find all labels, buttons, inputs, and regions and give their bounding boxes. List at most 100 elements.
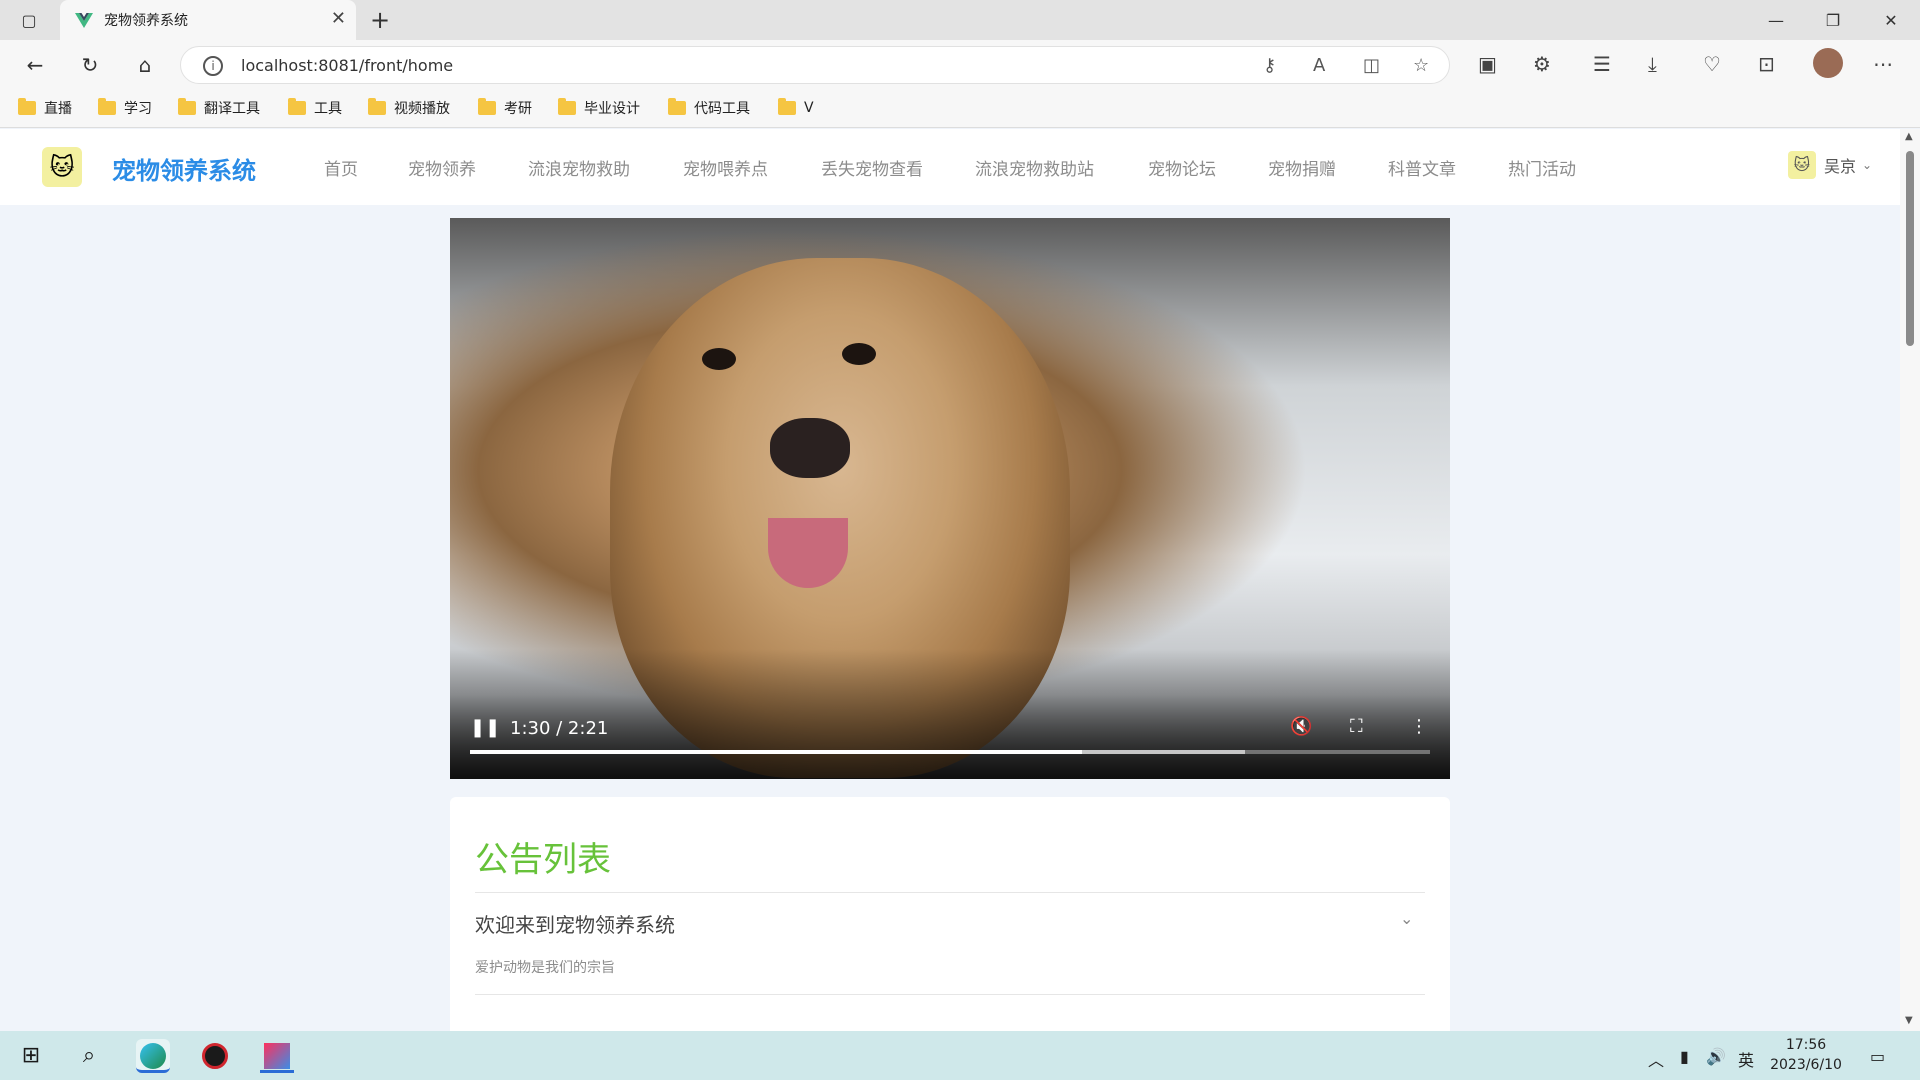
bookmark-label: 毕业设计 (584, 101, 640, 117)
bookmark-label: 考研 (504, 101, 532, 117)
folder-icon (478, 98, 496, 115)
nav-item-stray-rescue[interactable]: 流浪宠物救助 (528, 155, 630, 180)
bookmark-folder[interactable]: 毕业设计 (558, 96, 640, 120)
user-avatar: 🐱 (1788, 151, 1816, 179)
folder-icon (368, 98, 386, 115)
scroll-up-icon[interactable]: ▲ (1905, 131, 1913, 142)
bookmark-label: 学习 (124, 101, 152, 117)
scrollbar-thumb[interactable] (1906, 151, 1914, 346)
close-tab-icon[interactable]: ✕ (331, 8, 346, 29)
download-icon[interactable]: ⤓ (1648, 52, 1657, 76)
nav-item-adoption[interactable]: 宠物领养 (408, 155, 476, 180)
workspaces-icon[interactable]: ▣ (1478, 52, 1497, 76)
profile-avatar[interactable] (1813, 48, 1843, 78)
new-tab-icon[interactable]: + (370, 6, 390, 34)
video-player[interactable]: ❚❚ 1:30 / 2:21 🔇 ⛶ ⋮ (450, 218, 1450, 779)
nav-item-events[interactable]: 热门活动 (1508, 155, 1576, 180)
tab-title: 宠物领养系统 (104, 13, 188, 29)
bookmark-label: 翻译工具 (204, 101, 260, 117)
windows-taskbar: ⊞ ⌕ ︿ ▮ 🔊 英 17:56 2023/6/10 ▭ (0, 1031, 1920, 1080)
nav-item-articles[interactable]: 科普文章 (1388, 155, 1456, 180)
key-icon[interactable]: ⚷ (1263, 55, 1276, 76)
bookmark-folder[interactable]: V (778, 96, 814, 120)
nav-item-feeding-point[interactable]: 宠物喂养点 (683, 155, 768, 180)
tab-actions-icon[interactable]: ▢ (18, 10, 40, 32)
url-text[interactable]: localhost:8081/front/home (241, 56, 453, 75)
favorites-icon[interactable]: ☰ (1593, 52, 1611, 76)
system-clock[interactable]: 17:56 2023/6/10 (1766, 1035, 1846, 1075)
chevron-down-icon: ⌄ (1862, 158, 1873, 172)
scroll-down-icon[interactable]: ▼ (1905, 1015, 1913, 1026)
windows-start-icon[interactable]: ⊞ (14, 1039, 48, 1073)
split-screen-icon[interactable]: ◫ (1363, 55, 1380, 76)
divider (475, 994, 1425, 995)
fullscreen-icon[interactable]: ⛶ (1350, 716, 1363, 737)
pause-icon[interactable]: ❚❚ (470, 717, 500, 738)
app-icon[interactable] (198, 1039, 232, 1073)
read-aloud-icon[interactable]: A (1313, 55, 1325, 76)
vue-favicon-icon (75, 13, 93, 28)
window-close-icon[interactable]: ✕ (1880, 10, 1902, 32)
tray-expand-icon[interactable]: ︿ (1648, 1047, 1664, 1071)
nav-item-rescue-station[interactable]: 流浪宠物救助站 (975, 155, 1094, 180)
bookmark-folder[interactable]: 直播 (18, 96, 72, 120)
favorite-star-icon[interactable]: ☆ (1413, 55, 1429, 76)
page-scrollbar[interactable]: ▲ ▼ (1900, 129, 1920, 1031)
bookmark-folder[interactable]: 学习 (98, 96, 152, 120)
minimize-icon[interactable]: — (1765, 10, 1787, 32)
more-icon[interactable]: ⋯ (1873, 52, 1893, 76)
notice-heading: 公告列表 (475, 840, 611, 880)
pet-logo-icon[interactable]: 🐱 (42, 147, 82, 187)
address-bar[interactable]: i localhost:8081/front/home ⚷ A ◫ ☆ (180, 46, 1450, 84)
site-info-icon[interactable]: i (203, 56, 223, 76)
folder-icon (18, 98, 36, 115)
site-title[interactable]: 宠物领养系统 (112, 151, 256, 186)
intellij-icon[interactable] (260, 1039, 294, 1073)
video-progress-bar[interactable] (470, 750, 1430, 754)
microphone-icon[interactable]: ▮ (1680, 1047, 1689, 1066)
browser-essentials-icon[interactable]: ♡ (1703, 52, 1721, 76)
bookmark-folder[interactable]: 工具 (288, 96, 342, 120)
mute-icon[interactable]: 🔇 (1290, 716, 1312, 737)
dog-eye (842, 343, 876, 365)
nav-item-lost-pets[interactable]: 丢失宠物查看 (821, 155, 923, 180)
video-controls-shade (450, 649, 1450, 779)
folder-icon (98, 98, 116, 115)
more-options-icon[interactable]: ⋮ (1410, 716, 1428, 737)
notice-panel: 公告列表 欢迎来到宠物领养系统 ⌄ 爱护动物是我们的宗旨 (450, 797, 1450, 1031)
tab-bar: ▢ 宠物领养系统 ✕ + — ❐ ✕ (0, 0, 1920, 40)
bookmark-folder[interactable]: 翻译工具 (178, 96, 260, 120)
browser-tab[interactable]: 宠物领养系统 ✕ (60, 0, 356, 40)
restore-icon[interactable]: ❐ (1822, 10, 1844, 32)
notice-item-title[interactable]: 欢迎来到宠物领养系统 (475, 909, 675, 938)
navigation-bar: ← ↻ ⌂ i localhost:8081/front/home ⚷ A ◫ … (0, 40, 1920, 88)
bookmark-folder[interactable]: 代码工具 (668, 96, 750, 120)
bookmark-label: V (804, 100, 814, 116)
bookmark-folder[interactable]: 视频播放 (368, 96, 450, 120)
browser-chrome: ▢ 宠物领养系统 ✕ + — ❐ ✕ ← ↻ ⌂ i localhost:808… (0, 0, 1920, 128)
nav-item-forum[interactable]: 宠物论坛 (1148, 155, 1216, 180)
extensions-icon[interactable]: ⚙ (1533, 52, 1551, 76)
bookmark-label: 代码工具 (694, 101, 750, 117)
back-icon[interactable]: ← (20, 50, 50, 80)
video-played-fill (470, 750, 1083, 754)
edge-browser-icon[interactable] (136, 1039, 170, 1073)
bookmarks-bar: 直播 学习 翻译工具 工具 视频播放 考研 毕业设计 代码工具 V (0, 88, 1920, 128)
notifications-icon[interactable]: ▭ (1870, 1047, 1885, 1066)
bookmark-label: 工具 (314, 101, 342, 117)
screenshot-icon[interactable]: ⊡ (1758, 52, 1775, 76)
home-icon[interactable]: ⌂ (130, 50, 160, 80)
dog-nose (770, 418, 850, 478)
site-header: 🐱 宠物领养系统 首页 宠物领养 流浪宠物救助 宠物喂养点 丢失宠物查看 流浪宠… (0, 129, 1900, 205)
search-icon[interactable]: ⌕ (72, 1039, 106, 1073)
bookmark-folder[interactable]: 考研 (478, 96, 532, 120)
nav-item-donation[interactable]: 宠物捐赠 (1268, 155, 1336, 180)
input-language[interactable]: 英 (1738, 1047, 1754, 1071)
nav-item-home[interactable]: 首页 (324, 155, 358, 180)
user-menu[interactable]: 🐱 吴京 ⌄ (1788, 151, 1872, 179)
volume-icon[interactable]: 🔊 (1706, 1047, 1726, 1066)
chevron-down-icon[interactable]: ⌄ (1400, 909, 1413, 928)
page-content: 🐱 宠物领养系统 首页 宠物领养 流浪宠物救助 宠物喂养点 丢失宠物查看 流浪宠… (0, 129, 1900, 1031)
folder-icon (668, 98, 686, 115)
reload-icon[interactable]: ↻ (75, 50, 105, 80)
